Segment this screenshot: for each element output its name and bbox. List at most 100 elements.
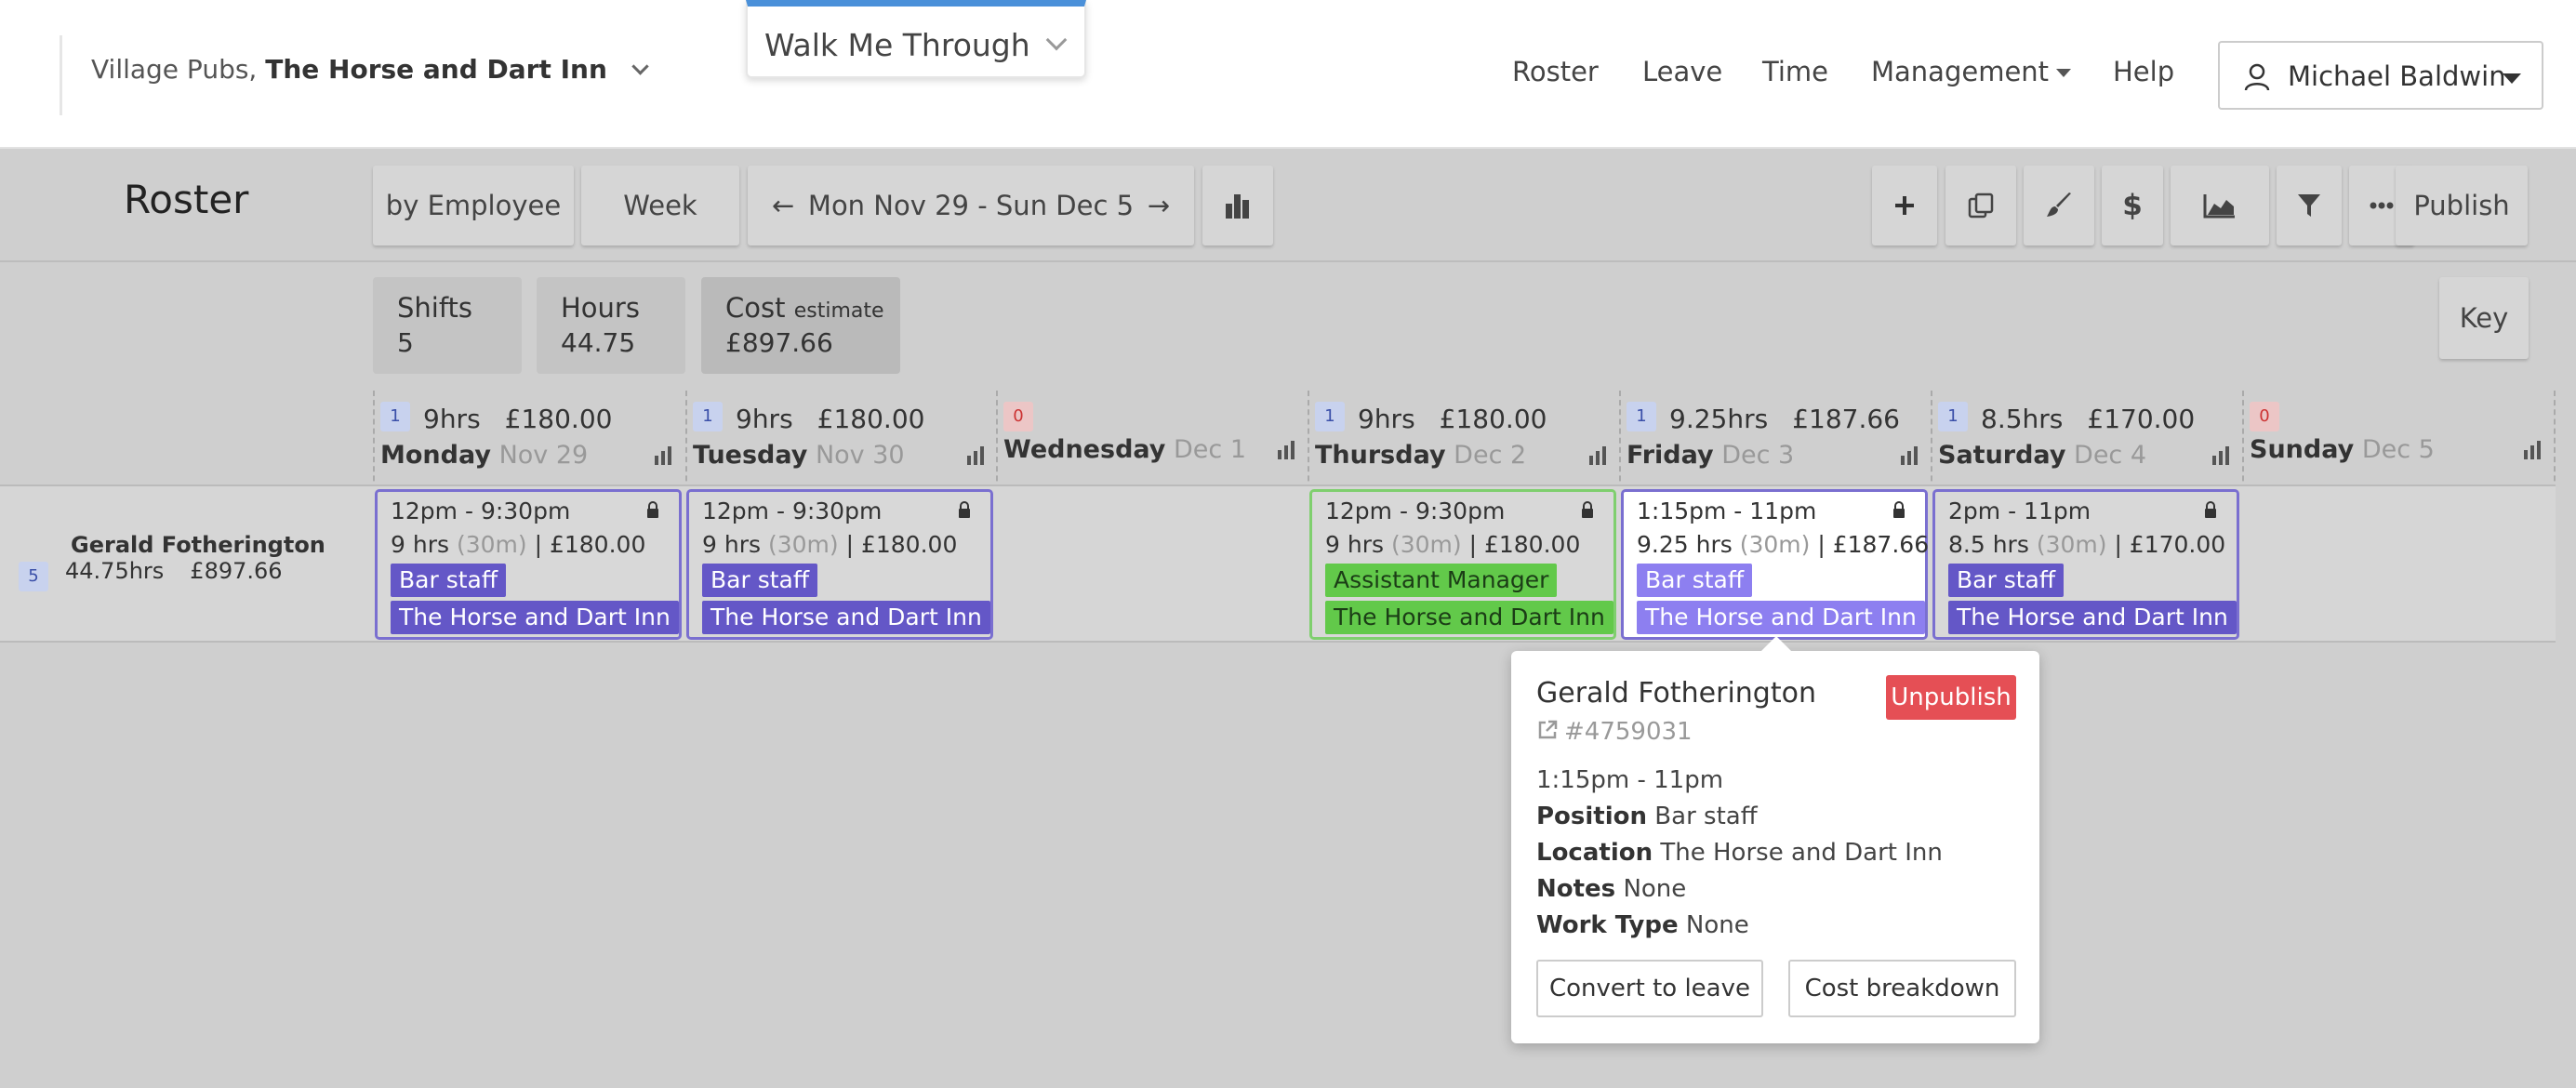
shift-location-tag: The Horse and Dart Inn bbox=[702, 601, 990, 634]
nav-leave[interactable]: Leave bbox=[1642, 56, 1722, 87]
nav-time[interactable]: Time bbox=[1762, 56, 1828, 87]
popover-shift-time: 1:15pm - 11pm bbox=[1536, 766, 1724, 794]
shift-position-tag: Bar staff bbox=[702, 564, 818, 597]
bar-chart-icon[interactable] bbox=[1277, 441, 1295, 459]
day-hours: 9hrs bbox=[1358, 404, 1415, 434]
stat-shifts: Shifts 5 bbox=[373, 277, 522, 374]
day-date: Dec 5 bbox=[2361, 435, 2435, 464]
shift-card-monday[interactable]: 12pm - 9:30pm 9 hrs (30m) | £180.00 Bar … bbox=[375, 489, 682, 640]
top-navbar: Village Pubs, The Horse and Dart Inn Wal… bbox=[0, 0, 2576, 149]
bar-chart-icon[interactable] bbox=[654, 446, 672, 465]
page-title: Roster bbox=[124, 177, 249, 222]
chevron-down-icon bbox=[1045, 29, 1068, 51]
date-navigator: ← Mon Nov 29 - Sun Dec 5 → bbox=[748, 166, 1194, 245]
shift-time: 12pm - 9:30pm bbox=[1325, 498, 1506, 524]
next-week-arrow-icon[interactable]: → bbox=[1148, 190, 1170, 221]
day-cost: £180.00 bbox=[504, 404, 613, 434]
walkthrough-dropdown[interactable]: Walk Me Through bbox=[746, 0, 1086, 78]
shift-time: 12pm - 9:30pm bbox=[391, 498, 571, 524]
day-date: Dec 2 bbox=[1454, 441, 1527, 470]
brush-icon bbox=[2047, 192, 2071, 217]
nav-roster[interactable]: Roster bbox=[1512, 56, 1599, 87]
key-button[interactable]: Key bbox=[2439, 277, 2529, 359]
shift-card-friday-selected[interactable]: 1:15pm - 11pm 9.25 hrs (30m) | £187.66 B… bbox=[1621, 489, 1929, 640]
popover-worktype-label: Work Type bbox=[1536, 911, 1679, 939]
shift-time: 1:15pm - 11pm bbox=[1637, 498, 1817, 524]
employee-profile-link[interactable]: #4759031 bbox=[1536, 718, 1693, 746]
shift-hours: 9 hrs bbox=[1325, 531, 1385, 558]
shift-details-popover: Gerald Fotherington Unpublish #4759031 1… bbox=[1511, 636, 2039, 1043]
unpublish-button[interactable]: Unpublish bbox=[1886, 675, 2016, 720]
employee-cost: £897.66 bbox=[190, 558, 283, 584]
external-link-icon bbox=[1538, 720, 1558, 739]
period-week-button[interactable]: Week bbox=[581, 166, 739, 245]
convert-to-leave-button[interactable]: Convert to leave bbox=[1536, 960, 1763, 1017]
day-shift-count-badge: 0 bbox=[1003, 402, 1033, 431]
employee-totals: 44.75hrs £897.66 bbox=[65, 558, 283, 584]
day-shift-count-badge: 1 bbox=[1627, 402, 1656, 431]
day-hours: 9hrs bbox=[736, 404, 793, 434]
day-name: Wednesday bbox=[1003, 435, 1166, 464]
shift-card-thursday[interactable]: 12pm - 9:30pm 9 hrs (30m) | £180.00 Assi… bbox=[1309, 489, 1616, 640]
shift-break: (30m) bbox=[456, 531, 527, 558]
bar-chart-icon[interactable] bbox=[2523, 441, 2542, 459]
day-cost: £170.00 bbox=[2087, 404, 2196, 434]
brush-button[interactable] bbox=[2024, 166, 2094, 245]
shift-location-tag: The Horse and Dart Inn bbox=[1325, 601, 1613, 634]
employee-shift-count-badge: 5 bbox=[19, 562, 48, 591]
add-shift-button[interactable] bbox=[1872, 166, 1937, 245]
bar-chart-icon[interactable] bbox=[2211, 446, 2230, 465]
prev-week-arrow-icon[interactable]: ← bbox=[772, 190, 794, 221]
copy-button[interactable] bbox=[1945, 166, 2016, 245]
day-cost: £187.66 bbox=[1792, 404, 1900, 434]
walkthrough-label: Walk Me Through bbox=[764, 27, 1030, 63]
shift-cost: | £180.00 bbox=[534, 531, 646, 558]
employee-name[interactable]: Gerald Fotherington bbox=[71, 532, 325, 558]
day-name: Sunday bbox=[2250, 435, 2355, 464]
day-header-friday: 1 9.25hrs £187.66 Friday Dec 3 bbox=[1619, 398, 1926, 484]
bar-chart-icon[interactable] bbox=[1588, 446, 1607, 465]
shift-cost: | £180.00 bbox=[845, 531, 958, 558]
nav-management-label: Management bbox=[1871, 56, 2050, 87]
chevron-down-icon bbox=[631, 58, 649, 75]
stats-button[interactable] bbox=[1202, 166, 1273, 245]
stat-cost: Cost estimate £897.66 bbox=[701, 277, 900, 374]
day-date: Dec 4 bbox=[2074, 441, 2147, 470]
popover-arrow bbox=[1760, 636, 1792, 652]
publish-button[interactable]: Publish bbox=[2396, 166, 2528, 245]
stat-hours-label: Hours bbox=[561, 292, 640, 324]
user-icon bbox=[2244, 63, 2270, 91]
shift-hours: 9.25 hrs bbox=[1637, 531, 1733, 558]
user-menu-button[interactable]: Michael Baldwin bbox=[2218, 41, 2543, 110]
nav-help[interactable]: Help bbox=[2113, 56, 2174, 87]
popover-employee-name: Gerald Fotherington bbox=[1536, 677, 1816, 710]
shift-break: (30m) bbox=[1390, 531, 1462, 558]
day-header-thursday: 1 9hrs £180.00 Thursday Dec 2 bbox=[1308, 398, 1614, 484]
bar-chart-icon[interactable] bbox=[966, 446, 985, 465]
view-by-employee-button[interactable]: by Employee bbox=[373, 166, 574, 245]
area-chart-button[interactable] bbox=[2171, 166, 2269, 245]
shift-card-tuesday[interactable]: 12pm - 9:30pm 9 hrs (30m) | £180.00 Bar … bbox=[686, 489, 993, 640]
filter-icon bbox=[2298, 194, 2320, 217]
dollar-icon: $ bbox=[2122, 189, 2143, 222]
lock-icon bbox=[647, 501, 658, 518]
shift-location-tag: The Horse and Dart Inn bbox=[1948, 601, 2237, 634]
popover-worktype-value: None bbox=[1685, 911, 1749, 939]
shift-card-saturday[interactable]: 2pm - 11pm 8.5 hrs (30m) | £170.00 Bar s… bbox=[1932, 489, 2239, 640]
navbar-divider bbox=[60, 35, 62, 115]
cost-button[interactable]: $ bbox=[2102, 166, 2163, 245]
day-shift-count-badge: 0 bbox=[2250, 402, 2279, 431]
organisation-selector[interactable]: Village Pubs, The Horse and Dart Inn bbox=[91, 54, 649, 85]
caret-down-icon bbox=[2056, 69, 2072, 77]
filter-button[interactable] bbox=[2277, 166, 2342, 245]
nav-management[interactable]: Management bbox=[1871, 56, 2072, 87]
shift-break: (30m) bbox=[767, 531, 839, 558]
day-hours: 9.25hrs bbox=[1669, 404, 1769, 434]
stat-cost-label: Cost bbox=[725, 292, 786, 324]
bar-chart-icon[interactable] bbox=[1900, 446, 1919, 465]
stat-hours-value: 44.75 bbox=[561, 327, 636, 358]
stat-hours: Hours 44.75 bbox=[537, 277, 685, 374]
cost-breakdown-button[interactable]: Cost breakdown bbox=[1788, 960, 2016, 1017]
day-date: Dec 1 bbox=[1173, 435, 1246, 464]
employee-id: #4759031 bbox=[1564, 718, 1693, 746]
